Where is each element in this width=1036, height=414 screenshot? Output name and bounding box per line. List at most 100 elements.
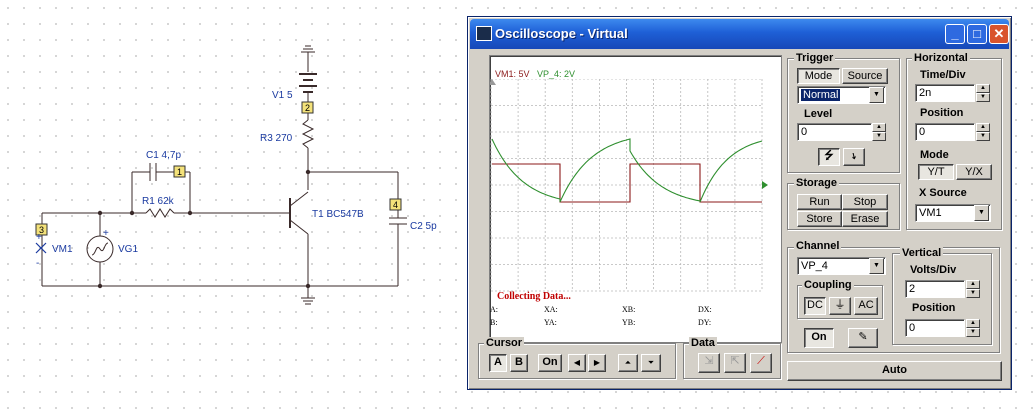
triangle-left-icon: ◀ bbox=[573, 358, 581, 367]
trigger-level-label: Level bbox=[804, 108, 833, 120]
oscilloscope-window: Oscilloscope - Virtual _ □ ✕ VM1: 5V VP_… bbox=[467, 16, 1012, 390]
storage-store-button[interactable]: Store bbox=[797, 211, 842, 227]
spin-up-icon[interactable]: ▲ bbox=[966, 280, 980, 289]
volts-div-input[interactable]: 2 bbox=[905, 280, 965, 298]
data-chart-button[interactable]: ⟋ bbox=[750, 353, 772, 373]
time-div-label: Time/Div bbox=[920, 69, 966, 81]
channel-dropdown-icon[interactable]: ▼ bbox=[869, 258, 884, 274]
r3-label: R3 270 bbox=[260, 133, 293, 144]
trigger-source-button[interactable]: Source bbox=[842, 68, 888, 84]
cursor-up-button[interactable]: ⏶ bbox=[618, 354, 638, 372]
spin-down-icon[interactable]: ▼ bbox=[976, 93, 990, 102]
legend-vm1: VM1: 5V bbox=[495, 69, 530, 79]
cursor-left-button[interactable]: ◀ bbox=[568, 354, 586, 372]
ground-icon: ⏚ bbox=[834, 299, 846, 311]
coupling-group-label: Coupling bbox=[802, 279, 854, 291]
vm1-minus: - bbox=[36, 258, 39, 269]
step-up-icon: ⏶ bbox=[624, 358, 632, 367]
volts-div-spinner[interactable]: ▲ ▼ bbox=[966, 280, 980, 298]
legend-vp4: VP_4: 2V bbox=[537, 69, 576, 79]
auto-button[interactable]: Auto bbox=[787, 361, 1002, 381]
spin-down-icon[interactable]: ▼ bbox=[976, 132, 990, 141]
storage-erase-button[interactable]: Erase bbox=[842, 211, 888, 227]
trace-legend: VM1: 5V VP_4: 2V bbox=[495, 69, 575, 79]
storage-run-button[interactable]: Run bbox=[797, 194, 842, 210]
horizontal-position-spinner[interactable]: ▲ ▼ bbox=[976, 123, 990, 141]
coupling-dc-button[interactable]: DC bbox=[804, 297, 826, 315]
vertical-position-input[interactable]: 0 bbox=[905, 319, 965, 337]
trigger-rising-edge-button[interactable]: ⭍ bbox=[818, 148, 840, 166]
trace-vm1 bbox=[492, 163, 762, 203]
spin-up-icon[interactable]: ▲ bbox=[966, 319, 980, 328]
channel-group-label: Channel bbox=[794, 240, 842, 252]
vertical-position-spinner[interactable]: ▲ ▼ bbox=[966, 319, 980, 337]
spin-down-icon[interactable]: ▼ bbox=[872, 132, 886, 141]
trigger-falling-edge-button[interactable]: ⭏ bbox=[843, 148, 865, 166]
chart-line-icon: ⟋ bbox=[757, 355, 765, 367]
probe-button[interactable]: ✎ bbox=[848, 328, 878, 348]
trigger-level-input[interactable]: 0 bbox=[797, 123, 872, 141]
c1-label: C1 4,7p bbox=[146, 150, 181, 161]
horizontal-position-input[interactable]: 0 bbox=[915, 123, 975, 141]
readout-ya: YA: bbox=[544, 318, 557, 327]
vm1-label: VM1 bbox=[52, 244, 73, 255]
r1-label: R1 62k bbox=[142, 196, 175, 207]
x-source-dropdown-icon[interactable]: ▼ bbox=[974, 205, 989, 221]
cursor-down-button[interactable]: ⏷ bbox=[641, 354, 661, 372]
horizontal-position-label: Position bbox=[920, 107, 964, 119]
coupling-ground-button[interactable]: ⏚ bbox=[829, 297, 851, 315]
cursor-b-button[interactable]: B bbox=[510, 354, 528, 372]
readout-xa: XA: bbox=[544, 305, 558, 314]
storage-group-label: Storage bbox=[794, 177, 839, 189]
volts-div-label: Volts/Div bbox=[910, 264, 957, 276]
horizontal-mode-label: Mode bbox=[920, 149, 949, 161]
import-icon: ⇲ bbox=[704, 355, 714, 367]
spin-up-icon[interactable]: ▲ bbox=[976, 123, 990, 132]
time-div-input[interactable]: 2n bbox=[915, 84, 975, 102]
c2-label: C2 5p bbox=[410, 221, 437, 232]
data-group-label: Data bbox=[689, 337, 717, 349]
node-1-label: 1 bbox=[177, 167, 182, 177]
probe-icon: ✎ bbox=[858, 331, 868, 343]
trigger-level-spinner[interactable]: ▲ ▼ bbox=[872, 123, 886, 141]
minimize-button[interactable]: _ bbox=[945, 24, 965, 44]
maximize-button[interactable]: □ bbox=[967, 24, 987, 44]
rising-edge-icon: ⭍ bbox=[824, 150, 834, 162]
window-title: Oscilloscope - Virtual bbox=[495, 26, 628, 41]
spin-down-icon[interactable]: ▼ bbox=[966, 289, 980, 298]
coupling-ac-button[interactable]: AC bbox=[854, 297, 878, 315]
node-4-label: 4 bbox=[393, 200, 398, 210]
cursor-right-button[interactable]: ▶ bbox=[588, 354, 606, 372]
node-2-label: 2 bbox=[305, 103, 310, 113]
readout-a: A: bbox=[490, 305, 498, 314]
readout-dy: DY: bbox=[698, 318, 712, 327]
trigger-mode-button[interactable]: Mode bbox=[797, 68, 840, 84]
channel-on-button[interactable]: On bbox=[804, 328, 834, 348]
data-export-button[interactable]: ⇱ bbox=[724, 353, 746, 373]
vertical-group-label: Vertical bbox=[900, 247, 944, 259]
readout-b: B: bbox=[490, 318, 498, 327]
x-source-label: X Source bbox=[919, 187, 967, 199]
time-div-spinner[interactable]: ▲ ▼ bbox=[976, 84, 990, 102]
cursor-a-button[interactable]: A bbox=[489, 354, 507, 372]
cursor-on-button[interactable]: On bbox=[538, 354, 562, 372]
title-bar[interactable]: Oscilloscope - Virtual _ □ ✕ bbox=[470, 19, 1009, 49]
spin-up-icon[interactable]: ▲ bbox=[872, 123, 886, 132]
triangle-right-icon: ▶ bbox=[593, 358, 601, 367]
cursor-group-label: Cursor bbox=[484, 337, 525, 349]
mode-yt-button[interactable]: Y/T bbox=[918, 164, 954, 180]
storage-stop-button[interactable]: Stop bbox=[842, 194, 888, 210]
trigger-mode-value: Normal bbox=[801, 89, 841, 101]
vg1-label: VG1 bbox=[118, 244, 138, 255]
data-import-button[interactable]: ⇲ bbox=[698, 353, 720, 373]
trigger-mode-dropdown-icon[interactable]: ▼ bbox=[869, 87, 884, 103]
readout-xb: XB: bbox=[622, 305, 636, 314]
spin-down-icon[interactable]: ▼ bbox=[966, 328, 980, 337]
close-button[interactable]: ✕ bbox=[989, 24, 1009, 44]
readout-yb: YB: bbox=[622, 318, 636, 327]
t1-label: T1 BC547B bbox=[312, 209, 364, 220]
oscilloscope-app-icon bbox=[476, 26, 492, 41]
spin-up-icon[interactable]: ▲ bbox=[976, 84, 990, 93]
status-text: Collecting Data... bbox=[497, 291, 571, 302]
mode-yx-button[interactable]: Y/X bbox=[956, 164, 992, 180]
